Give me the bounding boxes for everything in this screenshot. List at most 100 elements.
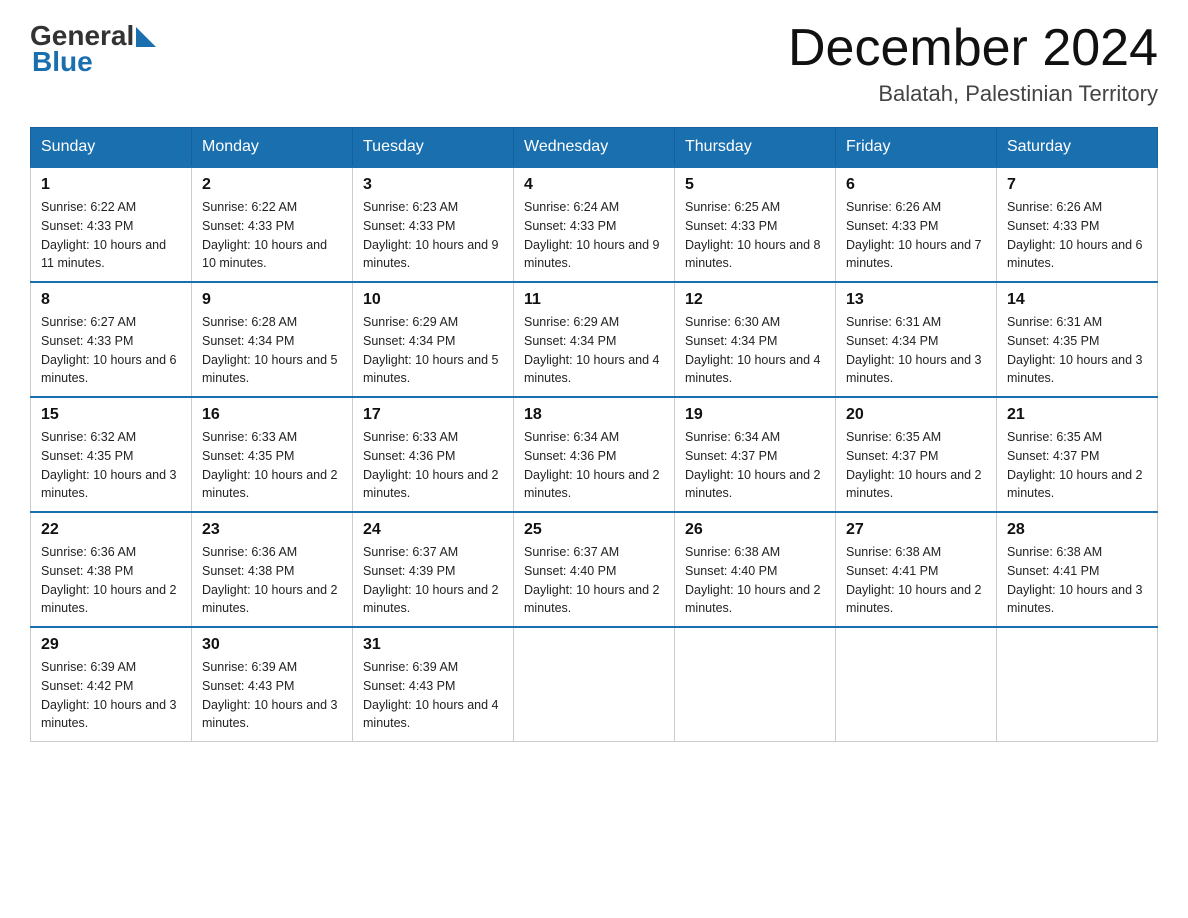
calendar-cell: 27 Sunrise: 6:38 AMSunset: 4:41 PMDaylig… [836,512,997,627]
day-number: 17 [363,406,503,424]
calendar-cell [514,627,675,742]
title-area: December 2024 Balatah, Palestinian Terri… [788,20,1158,107]
calendar-cell: 21 Sunrise: 6:35 AMSunset: 4:37 PMDaylig… [997,397,1158,512]
calendar-header-row: Sunday Monday Tuesday Wednesday Thursday… [31,128,1158,168]
day-number: 10 [363,291,503,309]
day-number: 14 [1007,291,1147,309]
week-row-4: 22 Sunrise: 6:36 AMSunset: 4:38 PMDaylig… [31,512,1158,627]
logo-blue-text: Blue [32,46,93,77]
day-info: Sunrise: 6:39 AMSunset: 4:42 PMDaylight:… [41,660,177,730]
calendar-cell: 26 Sunrise: 6:38 AMSunset: 4:40 PMDaylig… [675,512,836,627]
day-info: Sunrise: 6:34 AMSunset: 4:36 PMDaylight:… [524,430,660,500]
day-number: 6 [846,176,986,194]
day-number: 5 [685,176,825,194]
day-number: 31 [363,636,503,654]
calendar-cell: 14 Sunrise: 6:31 AMSunset: 4:35 PMDaylig… [997,282,1158,397]
day-number: 1 [41,176,181,194]
calendar-cell: 25 Sunrise: 6:37 AMSunset: 4:40 PMDaylig… [514,512,675,627]
day-number: 8 [41,291,181,309]
day-info: Sunrise: 6:33 AMSunset: 4:35 PMDaylight:… [202,430,338,500]
day-number: 13 [846,291,986,309]
calendar-cell: 13 Sunrise: 6:31 AMSunset: 4:34 PMDaylig… [836,282,997,397]
calendar-cell: 1 Sunrise: 6:22 AMSunset: 4:33 PMDayligh… [31,167,192,282]
day-number: 28 [1007,521,1147,539]
day-number: 11 [524,291,664,309]
calendar-cell: 29 Sunrise: 6:39 AMSunset: 4:42 PMDaylig… [31,627,192,742]
col-saturday: Saturday [997,128,1158,168]
day-info: Sunrise: 6:25 AMSunset: 4:33 PMDaylight:… [685,200,821,270]
day-info: Sunrise: 6:38 AMSunset: 4:41 PMDaylight:… [846,545,982,615]
calendar-cell: 17 Sunrise: 6:33 AMSunset: 4:36 PMDaylig… [353,397,514,512]
calendar-cell: 3 Sunrise: 6:23 AMSunset: 4:33 PMDayligh… [353,167,514,282]
calendar-cell: 8 Sunrise: 6:27 AMSunset: 4:33 PMDayligh… [31,282,192,397]
col-sunday: Sunday [31,128,192,168]
calendar-cell: 31 Sunrise: 6:39 AMSunset: 4:43 PMDaylig… [353,627,514,742]
calendar-cell: 28 Sunrise: 6:38 AMSunset: 4:41 PMDaylig… [997,512,1158,627]
day-info: Sunrise: 6:32 AMSunset: 4:35 PMDaylight:… [41,430,177,500]
calendar-cell: 6 Sunrise: 6:26 AMSunset: 4:33 PMDayligh… [836,167,997,282]
day-number: 24 [363,521,503,539]
day-number: 30 [202,636,342,654]
col-tuesday: Tuesday [353,128,514,168]
day-info: Sunrise: 6:37 AMSunset: 4:40 PMDaylight:… [524,545,660,615]
day-number: 15 [41,406,181,424]
day-info: Sunrise: 6:33 AMSunset: 4:36 PMDaylight:… [363,430,499,500]
day-number: 16 [202,406,342,424]
day-number: 2 [202,176,342,194]
day-number: 22 [41,521,181,539]
calendar-cell [997,627,1158,742]
calendar-cell: 7 Sunrise: 6:26 AMSunset: 4:33 PMDayligh… [997,167,1158,282]
day-info: Sunrise: 6:22 AMSunset: 4:33 PMDaylight:… [202,200,327,270]
calendar-cell: 24 Sunrise: 6:37 AMSunset: 4:39 PMDaylig… [353,512,514,627]
col-thursday: Thursday [675,128,836,168]
day-number: 29 [41,636,181,654]
calendar-cell: 15 Sunrise: 6:32 AMSunset: 4:35 PMDaylig… [31,397,192,512]
day-info: Sunrise: 6:29 AMSunset: 4:34 PMDaylight:… [363,315,499,385]
day-info: Sunrise: 6:28 AMSunset: 4:34 PMDaylight:… [202,315,338,385]
day-number: 19 [685,406,825,424]
calendar-cell: 19 Sunrise: 6:34 AMSunset: 4:37 PMDaylig… [675,397,836,512]
day-number: 27 [846,521,986,539]
calendar-cell [675,627,836,742]
day-info: Sunrise: 6:24 AMSunset: 4:33 PMDaylight:… [524,200,660,270]
day-number: 7 [1007,176,1147,194]
calendar-cell: 2 Sunrise: 6:22 AMSunset: 4:33 PMDayligh… [192,167,353,282]
col-wednesday: Wednesday [514,128,675,168]
calendar-cell: 9 Sunrise: 6:28 AMSunset: 4:34 PMDayligh… [192,282,353,397]
calendar-table: Sunday Monday Tuesday Wednesday Thursday… [30,127,1158,742]
day-info: Sunrise: 6:38 AMSunset: 4:41 PMDaylight:… [1007,545,1143,615]
day-number: 21 [1007,406,1147,424]
calendar-cell: 16 Sunrise: 6:33 AMSunset: 4:35 PMDaylig… [192,397,353,512]
day-info: Sunrise: 6:35 AMSunset: 4:37 PMDaylight:… [846,430,982,500]
day-info: Sunrise: 6:31 AMSunset: 4:35 PMDaylight:… [1007,315,1143,385]
day-info: Sunrise: 6:39 AMSunset: 4:43 PMDaylight:… [202,660,338,730]
day-info: Sunrise: 6:29 AMSunset: 4:34 PMDaylight:… [524,315,660,385]
col-monday: Monday [192,128,353,168]
calendar-cell: 4 Sunrise: 6:24 AMSunset: 4:33 PMDayligh… [514,167,675,282]
calendar-cell: 10 Sunrise: 6:29 AMSunset: 4:34 PMDaylig… [353,282,514,397]
day-number: 3 [363,176,503,194]
day-number: 4 [524,176,664,194]
day-number: 18 [524,406,664,424]
day-info: Sunrise: 6:38 AMSunset: 4:40 PMDaylight:… [685,545,821,615]
day-info: Sunrise: 6:31 AMSunset: 4:34 PMDaylight:… [846,315,982,385]
page-title: December 2024 [788,20,1158,77]
calendar-cell: 18 Sunrise: 6:34 AMSunset: 4:36 PMDaylig… [514,397,675,512]
week-row-2: 8 Sunrise: 6:27 AMSunset: 4:33 PMDayligh… [31,282,1158,397]
day-info: Sunrise: 6:27 AMSunset: 4:33 PMDaylight:… [41,315,177,385]
week-row-5: 29 Sunrise: 6:39 AMSunset: 4:42 PMDaylig… [31,627,1158,742]
day-info: Sunrise: 6:26 AMSunset: 4:33 PMDaylight:… [846,200,982,270]
calendar-cell: 23 Sunrise: 6:36 AMSunset: 4:38 PMDaylig… [192,512,353,627]
col-friday: Friday [836,128,997,168]
calendar-cell: 5 Sunrise: 6:25 AMSunset: 4:33 PMDayligh… [675,167,836,282]
day-number: 20 [846,406,986,424]
week-row-3: 15 Sunrise: 6:32 AMSunset: 4:35 PMDaylig… [31,397,1158,512]
calendar-cell: 20 Sunrise: 6:35 AMSunset: 4:37 PMDaylig… [836,397,997,512]
calendar-cell [836,627,997,742]
calendar-cell: 11 Sunrise: 6:29 AMSunset: 4:34 PMDaylig… [514,282,675,397]
header: General Blue December 2024 Balatah, Pale… [30,20,1158,107]
day-number: 25 [524,521,664,539]
day-number: 26 [685,521,825,539]
day-info: Sunrise: 6:36 AMSunset: 4:38 PMDaylight:… [41,545,177,615]
day-number: 23 [202,521,342,539]
